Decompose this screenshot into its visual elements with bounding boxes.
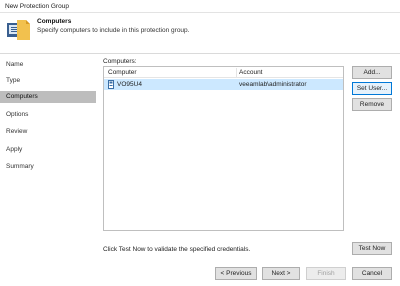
- test-hint: Click Test Now to validate the specified…: [103, 246, 251, 253]
- next-button[interactable]: Next >: [262, 267, 300, 280]
- wizard-steps: Name Type Computers Options Review Apply…: [0, 54, 96, 286]
- step-apply[interactable]: Apply: [0, 144, 96, 156]
- step-type[interactable]: Type: [0, 75, 96, 87]
- window-title: New Protection Group: [5, 3, 69, 10]
- page-title: Computers: [37, 18, 72, 25]
- computers-label: Computers:: [103, 58, 137, 65]
- column-header-account[interactable]: Account: [239, 69, 263, 76]
- set-user-button[interactable]: Set User...: [352, 82, 392, 95]
- window-titlebar: New Protection Group: [0, 0, 400, 13]
- list-header: Computer Account: [104, 67, 343, 78]
- column-divider[interactable]: [236, 68, 237, 77]
- step-options[interactable]: Options: [0, 109, 96, 121]
- table-row[interactable]: VO95U4 veeamlab\administrator: [104, 79, 343, 90]
- step-computers[interactable]: Computers: [0, 91, 96, 103]
- computer-icon: [108, 80, 114, 89]
- test-now-button[interactable]: Test Now: [352, 242, 392, 255]
- cell-account: veeamlab\administrator: [239, 81, 307, 88]
- column-header-computer[interactable]: Computer: [108, 69, 137, 76]
- page-subtitle: Specify computers to include in this pro…: [37, 27, 190, 34]
- cell-computer: VO95U4: [117, 81, 142, 88]
- cancel-button[interactable]: Cancel: [352, 267, 392, 280]
- protection-group-icon: [7, 20, 30, 40]
- step-summary[interactable]: Summary: [0, 161, 96, 173]
- computers-list[interactable]: Computer Account VO95U4 veeamlab\adminis…: [103, 66, 344, 231]
- remove-button[interactable]: Remove: [352, 98, 392, 111]
- finish-button[interactable]: Finish: [306, 267, 346, 280]
- step-name[interactable]: Name: [0, 59, 96, 71]
- step-review[interactable]: Review: [0, 126, 96, 138]
- wizard-header: Computers Specify computers to include i…: [0, 13, 400, 54]
- add-button[interactable]: Add...: [352, 66, 392, 79]
- previous-button[interactable]: < Previous: [215, 267, 257, 280]
